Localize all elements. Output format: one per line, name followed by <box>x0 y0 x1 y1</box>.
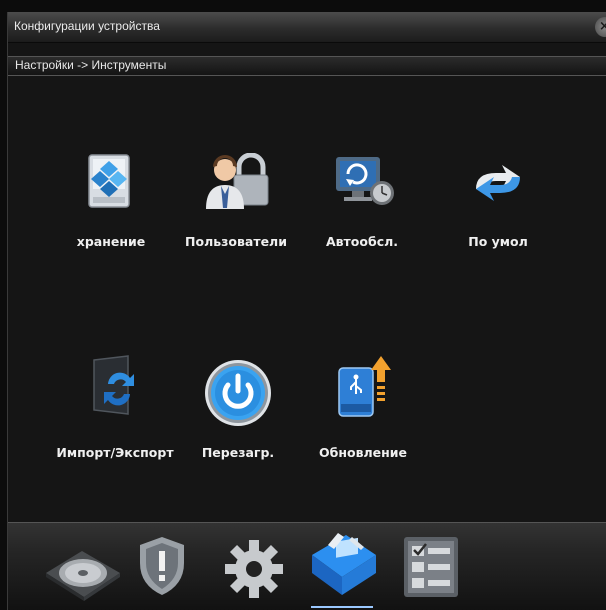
tool-storage[interactable]: хранение <box>56 147 166 257</box>
tool-label: Перезагр. <box>201 445 275 460</box>
window-title: Конфигурации устройства <box>14 19 160 33</box>
tools-monitor-icon[interactable] <box>306 525 380 601</box>
tool-users[interactable]: Пользователи <box>176 147 296 257</box>
active-tab-indicator <box>311 606 373 608</box>
auto-maintenance-icon <box>336 157 394 205</box>
tool-auto-maintenance[interactable]: Автообсл. <box>312 147 412 257</box>
alarm-shield-icon[interactable] <box>136 535 188 599</box>
checklist-icon[interactable] <box>400 535 462 599</box>
storage-icon <box>88 154 130 208</box>
tool-upgrade[interactable]: Обновление <box>313 352 413 462</box>
usb-upgrade-icon <box>338 356 391 417</box>
tool-restart[interactable]: Перезагр. <box>183 352 293 462</box>
tool-label: Пользователи <box>185 234 287 249</box>
tool-label: хранение <box>76 234 146 249</box>
users-lock-icon <box>206 153 269 209</box>
tool-default[interactable]: По умол <box>448 147 548 257</box>
tool-import-export[interactable]: Импорт/Экспорт <box>56 352 174 462</box>
bottom-dock <box>8 522 606 610</box>
disk-icon[interactable] <box>42 539 124 603</box>
device-config-window: Конфигурации устройства × Настройки -> И… <box>7 12 606 610</box>
title-bar: Конфигурации устройства × <box>8 12 606 43</box>
tool-label: Обновление <box>319 445 407 460</box>
breadcrumb: Настройки -> Инструменты <box>8 56 606 76</box>
power-restart-icon <box>205 360 271 426</box>
tool-label: Импорт/Экспорт <box>56 445 174 460</box>
tool-label: По умол <box>468 234 528 249</box>
breadcrumb-text: Настройки -> Инструменты <box>15 58 167 72</box>
import-export-icon <box>93 355 134 415</box>
tool-label: Автообсл. <box>325 234 399 249</box>
gear-icon[interactable] <box>222 537 286 601</box>
default-reset-icon <box>476 165 520 201</box>
close-icon[interactable]: × <box>595 17 606 37</box>
